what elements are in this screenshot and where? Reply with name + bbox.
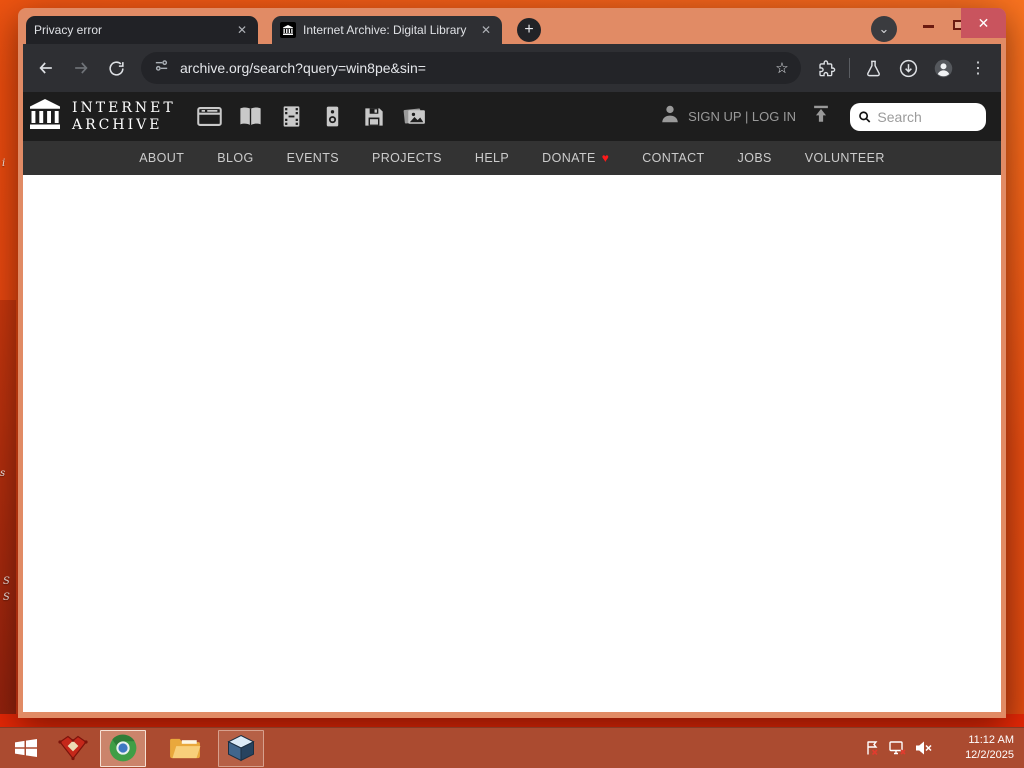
- internet-archive-wordmark[interactable]: INTERNET ARCHIVE: [72, 100, 176, 132]
- desktop-icon-label-fragment: i: [2, 158, 6, 169]
- archive-navbar: ABOUT BLOG EVENTS PROJECTS HELP DONATE ♥…: [23, 141, 1001, 175]
- texts-book-icon[interactable]: [237, 103, 265, 131]
- menu-kebab-icon[interactable]: ⋮: [963, 53, 993, 83]
- profile-avatar[interactable]: [928, 53, 958, 83]
- tab-title: Internet Archive: Digital Library: [303, 23, 467, 37]
- nav-blog[interactable]: BLOG: [217, 151, 253, 165]
- tab-privacy-error[interactable]: Privacy error ✕: [26, 16, 258, 44]
- nav-jobs[interactable]: JOBS: [738, 151, 772, 165]
- tab-strip: Privacy error ✕ Internet Archive: Digita…: [23, 8, 1006, 44]
- system-tray: 11:12 AM 12/2/2025: [863, 733, 1024, 763]
- address-bar[interactable]: archive.org/search?query=win8pe&sin= ☆: [141, 52, 801, 84]
- person-icon[interactable]: [659, 103, 681, 130]
- taskbar: 11:12 AM 12/2/2025: [0, 727, 1024, 768]
- tab-search-button[interactable]: ⌄: [871, 16, 897, 42]
- media-type-icons: [196, 103, 429, 131]
- nav-help[interactable]: HELP: [475, 151, 509, 165]
- window-close-button[interactable]: ✕: [961, 8, 1006, 38]
- file-explorer-taskbar-button[interactable]: [162, 730, 208, 767]
- new-tab-button[interactable]: +: [517, 18, 541, 42]
- close-tab-icon[interactable]: ✕: [478, 22, 494, 38]
- nav-contact[interactable]: CONTACT: [642, 151, 704, 165]
- clock-date: 12/2/2025: [965, 749, 1014, 761]
- toolbar-divider: [849, 58, 850, 78]
- start-button[interactable]: [9, 733, 43, 763]
- nav-events[interactable]: EVENTS: [287, 151, 339, 165]
- software-floppy-icon[interactable]: [360, 103, 388, 131]
- nav-volunteer[interactable]: VOLUNTEER: [805, 151, 885, 165]
- archive-search-input[interactable]: [877, 108, 978, 125]
- upload-icon[interactable]: [810, 103, 832, 130]
- page-content-blank: [23, 175, 1001, 712]
- audio-speaker-icon[interactable]: [319, 103, 347, 131]
- url-text[interactable]: archive.org/search?query=win8pe&sin=: [180, 60, 769, 76]
- chrome-taskbar-button[interactable]: [100, 729, 146, 767]
- volume-muted-icon[interactable]: [914, 739, 933, 757]
- web-icon[interactable]: [196, 103, 224, 131]
- pe-tool-icon[interactable]: [56, 733, 90, 763]
- tab-title: Privacy error: [34, 23, 103, 37]
- desktop: i s S S Privacy error ✕ Internet Archive…: [0, 0, 1024, 768]
- webpage: INTERNET ARCHIVE SIGN UP | LOG IN Search…: [23, 92, 1001, 712]
- video-film-icon[interactable]: [278, 103, 306, 131]
- site-settings-icon[interactable]: [153, 57, 170, 79]
- desktop-icon-label-fragment: S: [3, 592, 10, 603]
- action-center-flag-icon[interactable]: [863, 739, 881, 757]
- extensions-icon[interactable]: [811, 53, 841, 83]
- header-right-group: SIGN UP | LOG IN: [659, 102, 986, 131]
- internet-archive-favicon: [280, 22, 296, 38]
- tab-internet-archive[interactable]: Internet Archive: Digital Library ✕: [272, 16, 502, 44]
- browser-toolbar: archive.org/search?query=win8pe&sin= ☆ ⋮: [23, 44, 1001, 92]
- minimize-button[interactable]: [923, 25, 934, 28]
- donate-heart-icon: ♥: [601, 151, 610, 165]
- bookmark-star-icon[interactable]: ☆: [769, 55, 795, 81]
- nav-donate[interactable]: DONATE ♥: [542, 151, 609, 165]
- reload-button[interactable]: [101, 53, 131, 83]
- network-disconnected-icon[interactable]: [888, 739, 907, 757]
- nav-about[interactable]: ABOUT: [139, 151, 184, 165]
- clock-time: 11:12 AM: [968, 734, 1014, 747]
- nav-projects[interactable]: PROJECTS: [372, 151, 442, 165]
- labs-flask-icon[interactable]: [858, 53, 888, 83]
- images-icon[interactable]: [401, 103, 429, 131]
- internet-archive-logo[interactable]: [27, 96, 63, 137]
- back-button[interactable]: [31, 53, 61, 83]
- desktop-icon-label-fragment: S: [3, 576, 10, 587]
- virtualbox-taskbar-button[interactable]: [218, 729, 264, 767]
- signup-login-link[interactable]: SIGN UP | LOG IN: [688, 109, 796, 124]
- browser-window: Privacy error ✕ Internet Archive: Digita…: [18, 8, 1006, 718]
- taskbar-clock[interactable]: 11:12 AM 12/2/2025: [952, 733, 1014, 763]
- forward-button[interactable]: [66, 53, 96, 83]
- close-tab-icon[interactable]: ✕: [234, 22, 250, 38]
- desktop-icon-label-fragment: s: [0, 468, 6, 479]
- internet-archive-header: INTERNET ARCHIVE SIGN UP | LOG IN Search: [23, 92, 1001, 141]
- downloads-icon[interactable]: [893, 53, 923, 83]
- archive-search-box[interactable]: [850, 102, 986, 131]
